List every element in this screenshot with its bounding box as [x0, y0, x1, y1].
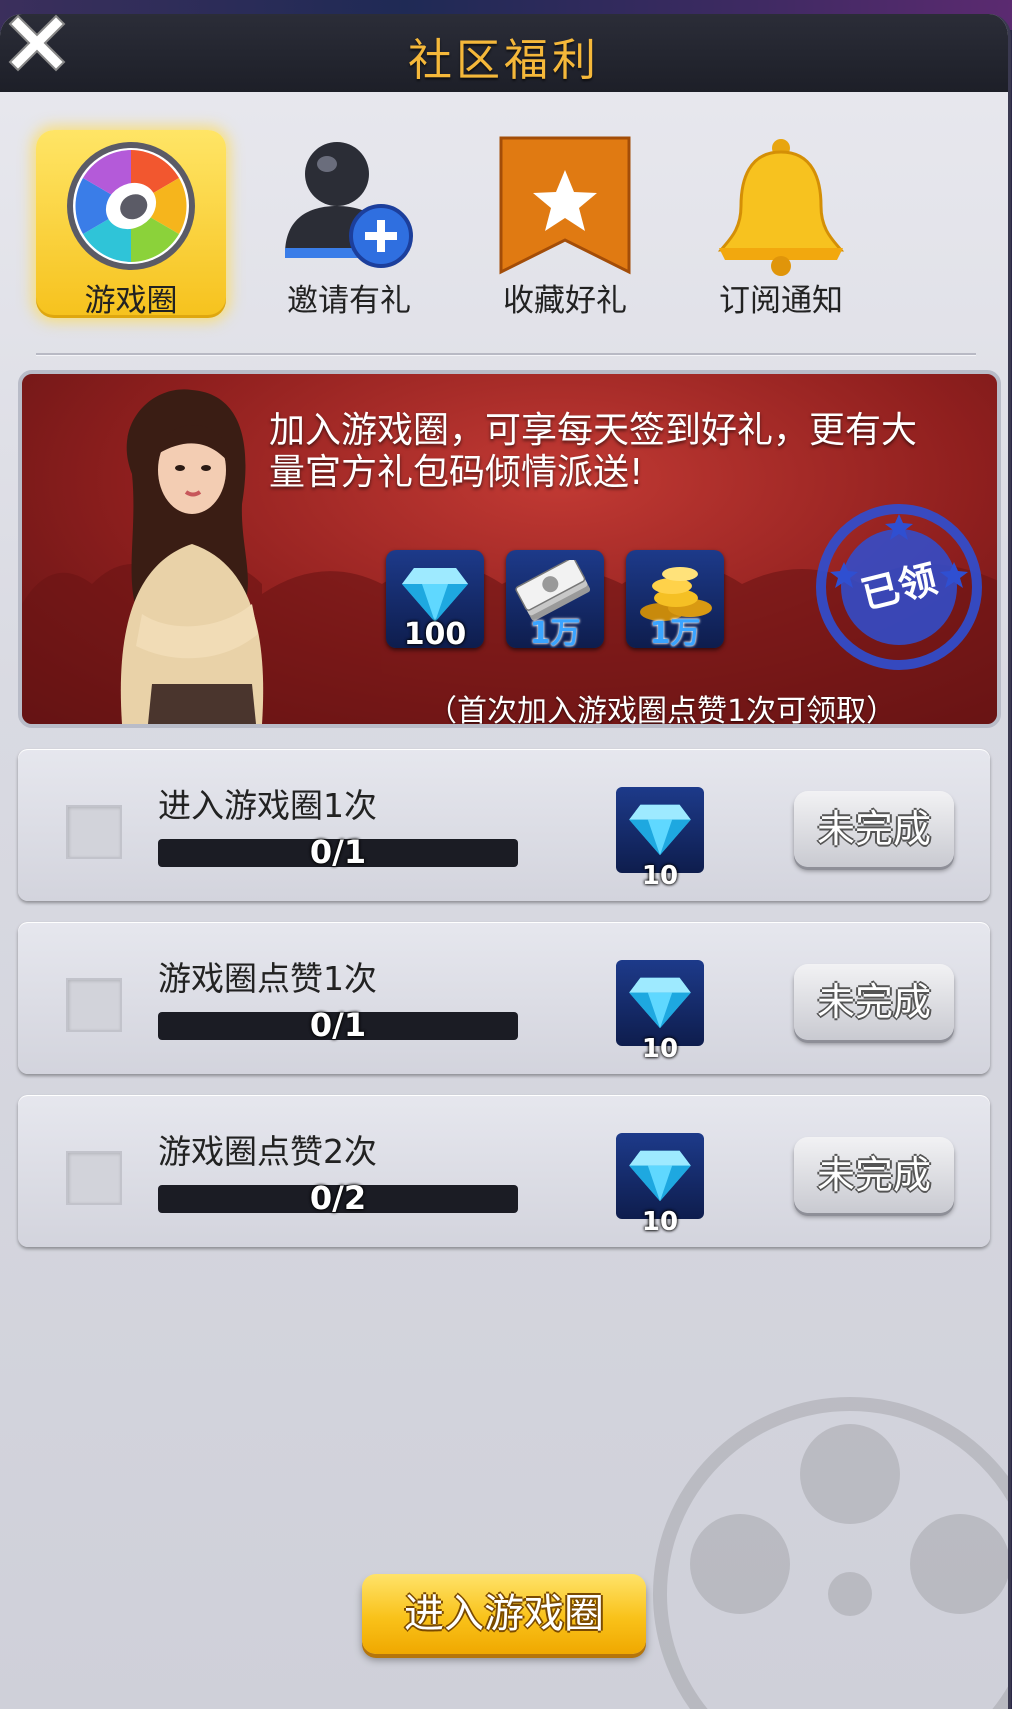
reward-value: 10	[641, 861, 679, 891]
tab-subscribe[interactable]: 订阅通知	[686, 130, 876, 319]
task-reward: 10	[616, 787, 704, 891]
film-reel-icon	[653, 1397, 1008, 1709]
diamond-icon	[629, 1150, 691, 1202]
task-name: 游戏圈点赞2次	[158, 1132, 377, 1171]
tab-label: 邀请有礼	[287, 283, 411, 319]
reward-cash: 1万	[506, 550, 604, 651]
task-status-button[interactable]: 未完成	[794, 791, 954, 867]
tab-label: 收藏好礼	[503, 283, 627, 319]
add-user-icon	[285, 142, 413, 268]
tab-game-circle[interactable]: 游戏圈	[36, 130, 226, 319]
reward-gold: 1万	[626, 550, 724, 651]
task-progress-bar: 0/1	[158, 833, 518, 871]
claimed-stamp-icon: 已领	[816, 504, 982, 670]
close-icon[interactable]	[0, 6, 74, 80]
community-welfare-dialog: 社区福利 游戏圈 邀请有礼 收藏好礼 订阅通知 加入游戏圈，可享每天签到好礼，更…	[0, 14, 1011, 1709]
task-progress-bar: 0/1	[158, 1006, 518, 1044]
title-bar: 社区福利	[0, 14, 1008, 92]
bookmark-star-icon	[499, 136, 631, 275]
progress-text: 0/1	[309, 1006, 367, 1044]
task-name: 进入游戏圈1次	[158, 786, 377, 825]
task-row: 游戏圈点赞2次 0/2 10 未完成	[18, 1095, 990, 1247]
banner-description: 加入游戏圈，可享每天签到好礼，更有大量官方礼包码倾情派送!	[269, 410, 918, 493]
reward-diamond: 100	[386, 550, 484, 652]
diamond-icon	[402, 568, 468, 622]
task-name: 游戏圈点赞1次	[158, 959, 377, 998]
task-status-button[interactable]: 未完成	[794, 1137, 954, 1213]
tab-invite[interactable]: 邀请有礼	[254, 130, 444, 319]
task-checkbox[interactable]	[66, 805, 122, 859]
task-checkbox[interactable]	[66, 978, 122, 1032]
diamond-icon	[629, 804, 691, 856]
tab-favorite[interactable]: 收藏好礼	[470, 130, 660, 319]
task-progress-bar: 0/2	[158, 1179, 518, 1217]
hostess-character	[120, 389, 264, 724]
task-row: 进入游戏圈1次 0/1 10 未完成	[18, 749, 990, 901]
reward-value: 10	[641, 1207, 679, 1237]
progress-text: 0/2	[309, 1179, 367, 1217]
reward-value: 1万	[529, 616, 581, 651]
progress-text: 0/1	[309, 833, 367, 871]
reward-value: 10	[641, 1034, 679, 1064]
task-checkbox[interactable]	[66, 1151, 122, 1205]
reward-banner: 加入游戏圈，可享每天签到好礼，更有大量官方礼包码倾情派送! 100 1万 1万 …	[18, 370, 1001, 728]
dialog-title: 社区福利	[408, 35, 600, 86]
banner-note: （首次加入游戏圈点赞1次可领取）	[427, 694, 897, 728]
diamond-icon	[629, 977, 691, 1029]
divider	[36, 353, 976, 356]
tab-bar: 游戏圈 邀请有礼 收藏好礼 订阅通知	[0, 114, 1008, 344]
shutter-icon	[67, 142, 195, 270]
reward-value: 1万	[649, 616, 701, 651]
tab-label: 订阅通知	[719, 283, 843, 319]
task-reward: 10	[616, 960, 704, 1064]
task-status-button[interactable]: 未完成	[794, 964, 954, 1040]
task-row: 游戏圈点赞1次 0/1 10 未完成	[18, 922, 990, 1074]
reward-value: 100	[403, 617, 467, 652]
task-reward: 10	[616, 1133, 704, 1237]
tab-label: 游戏圈	[84, 283, 178, 319]
enter-game-circle-button[interactable]: 进入游戏圈	[362, 1574, 646, 1654]
bell-icon	[717, 139, 845, 276]
